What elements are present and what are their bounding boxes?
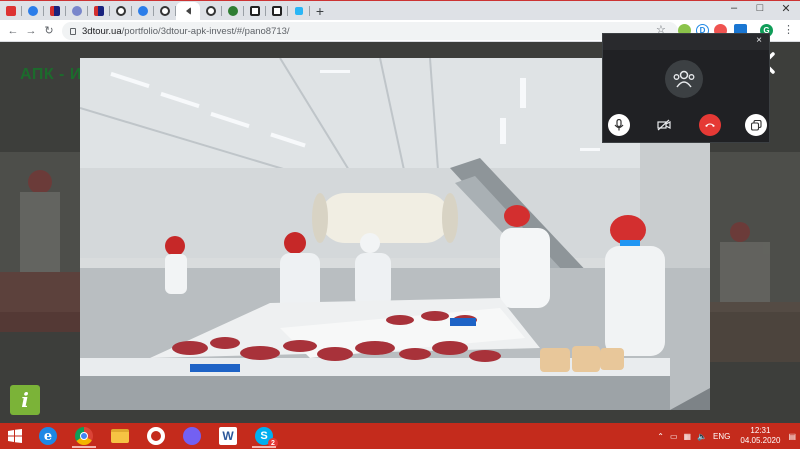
end-call-button[interactable] (699, 114, 721, 136)
start-button[interactable] (0, 423, 30, 449)
info-button[interactable]: i (10, 385, 40, 415)
chrome-icon[interactable] (66, 423, 102, 449)
browser-tab[interactable] (200, 2, 222, 20)
browser-tab[interactable] (288, 2, 310, 20)
site-favicon-icon (50, 6, 60, 16)
url-domain: 3dtour.ua (82, 25, 122, 37)
browser-tab[interactable] (44, 2, 66, 20)
internet-explorer-icon[interactable]: e (30, 423, 66, 449)
minimize-button[interactable]: – (722, 2, 746, 14)
windows-taskbar: e W S 2 ⌃ ▭ ▦ 🔈 ENG 12:31 04.05.2020 ▤ (0, 423, 800, 449)
browser-tab[interactable] (154, 2, 176, 20)
battery-icon[interactable]: ▭ (670, 432, 678, 441)
volume-icon[interactable]: 🔈 (697, 432, 707, 441)
site-favicon-icon (160, 6, 170, 16)
skype-icon[interactable]: S 2 (246, 423, 282, 449)
pop-out-button[interactable] (745, 114, 767, 136)
browser-tab[interactable] (88, 2, 110, 20)
pop-out-icon (750, 119, 762, 131)
system-tray: ⌃ ▭ ▦ 🔈 ENG 12:31 04.05.2020 ▤ (657, 423, 800, 449)
windows-logo-icon (8, 429, 22, 443)
call-panel-header: × (603, 34, 769, 50)
file-explorer-icon[interactable] (102, 423, 138, 449)
site-favicon-icon (295, 7, 303, 15)
camera-off-button[interactable] (653, 114, 675, 136)
url-path: /portfolio/3dtour-apk-invest/#/pano8713/ (121, 25, 290, 37)
browser-tab[interactable] (66, 2, 88, 20)
site-favicon-icon (272, 6, 282, 16)
forward-arrow-icon[interactable]: → (22, 25, 40, 37)
site-favicon-icon (28, 6, 38, 16)
site-favicon-icon (6, 6, 16, 16)
browser-tab[interactable] (22, 2, 44, 20)
show-hidden-icons-icon[interactable]: ⌃ (657, 432, 664, 441)
clock-date: 04.05.2020 (740, 436, 781, 445)
browser-tab[interactable] (132, 2, 154, 20)
network-icon[interactable]: ▦ (684, 432, 692, 441)
address-bar[interactable]: 3dtour.ua/portfolio/3dtour-apk-invest/#/… (62, 22, 678, 40)
site-favicon-icon (206, 6, 216, 16)
clock-time: 12:31 (750, 426, 771, 435)
microphone-icon (614, 119, 624, 131)
skype-notification-badge: 2 (268, 438, 278, 448)
lock-icon (70, 27, 76, 35)
back-arrow-icon[interactable]: ← (4, 25, 22, 37)
site-favicon-icon (116, 6, 126, 16)
close-window-button[interactable]: ✕ (774, 2, 798, 15)
menu-dots-icon[interactable]: ⋮ (783, 23, 794, 36)
browser-tab[interactable] (244, 2, 266, 20)
viber-icon[interactable] (174, 423, 210, 449)
clock[interactable]: 12:31 04.05.2020 (740, 426, 780, 446)
browser-tab[interactable] (266, 2, 288, 20)
notifications-icon[interactable]: ▤ (788, 432, 796, 441)
new-tab-button[interactable]: + (310, 2, 330, 20)
site-favicon-icon (72, 6, 82, 16)
reload-icon[interactable]: ↻ (40, 24, 58, 37)
hang-up-icon (705, 123, 715, 127)
group-participants-icon (665, 60, 703, 98)
browser-tab-strip: + – □ ✕ (0, 0, 800, 20)
browser-tab-active[interactable] (176, 2, 200, 20)
site-favicon-icon (228, 6, 238, 16)
site-favicon-icon (138, 6, 148, 16)
browser-tab[interactable] (110, 2, 132, 20)
site-favicon-icon (250, 6, 260, 16)
speaker-icon (185, 7, 191, 15)
browser-tab[interactable] (222, 2, 244, 20)
maximize-button[interactable]: □ (748, 2, 772, 14)
word-icon[interactable]: W (210, 423, 246, 449)
microphone-button[interactable] (608, 114, 630, 136)
browser-tab[interactable] (0, 2, 22, 20)
language-indicator[interactable]: ENG (713, 432, 730, 441)
call-panel-close-button[interactable]: × (756, 35, 762, 46)
call-panel: × (602, 33, 770, 143)
opera-icon[interactable] (138, 423, 174, 449)
camera-off-icon (657, 119, 671, 131)
site-favicon-icon (94, 6, 104, 16)
